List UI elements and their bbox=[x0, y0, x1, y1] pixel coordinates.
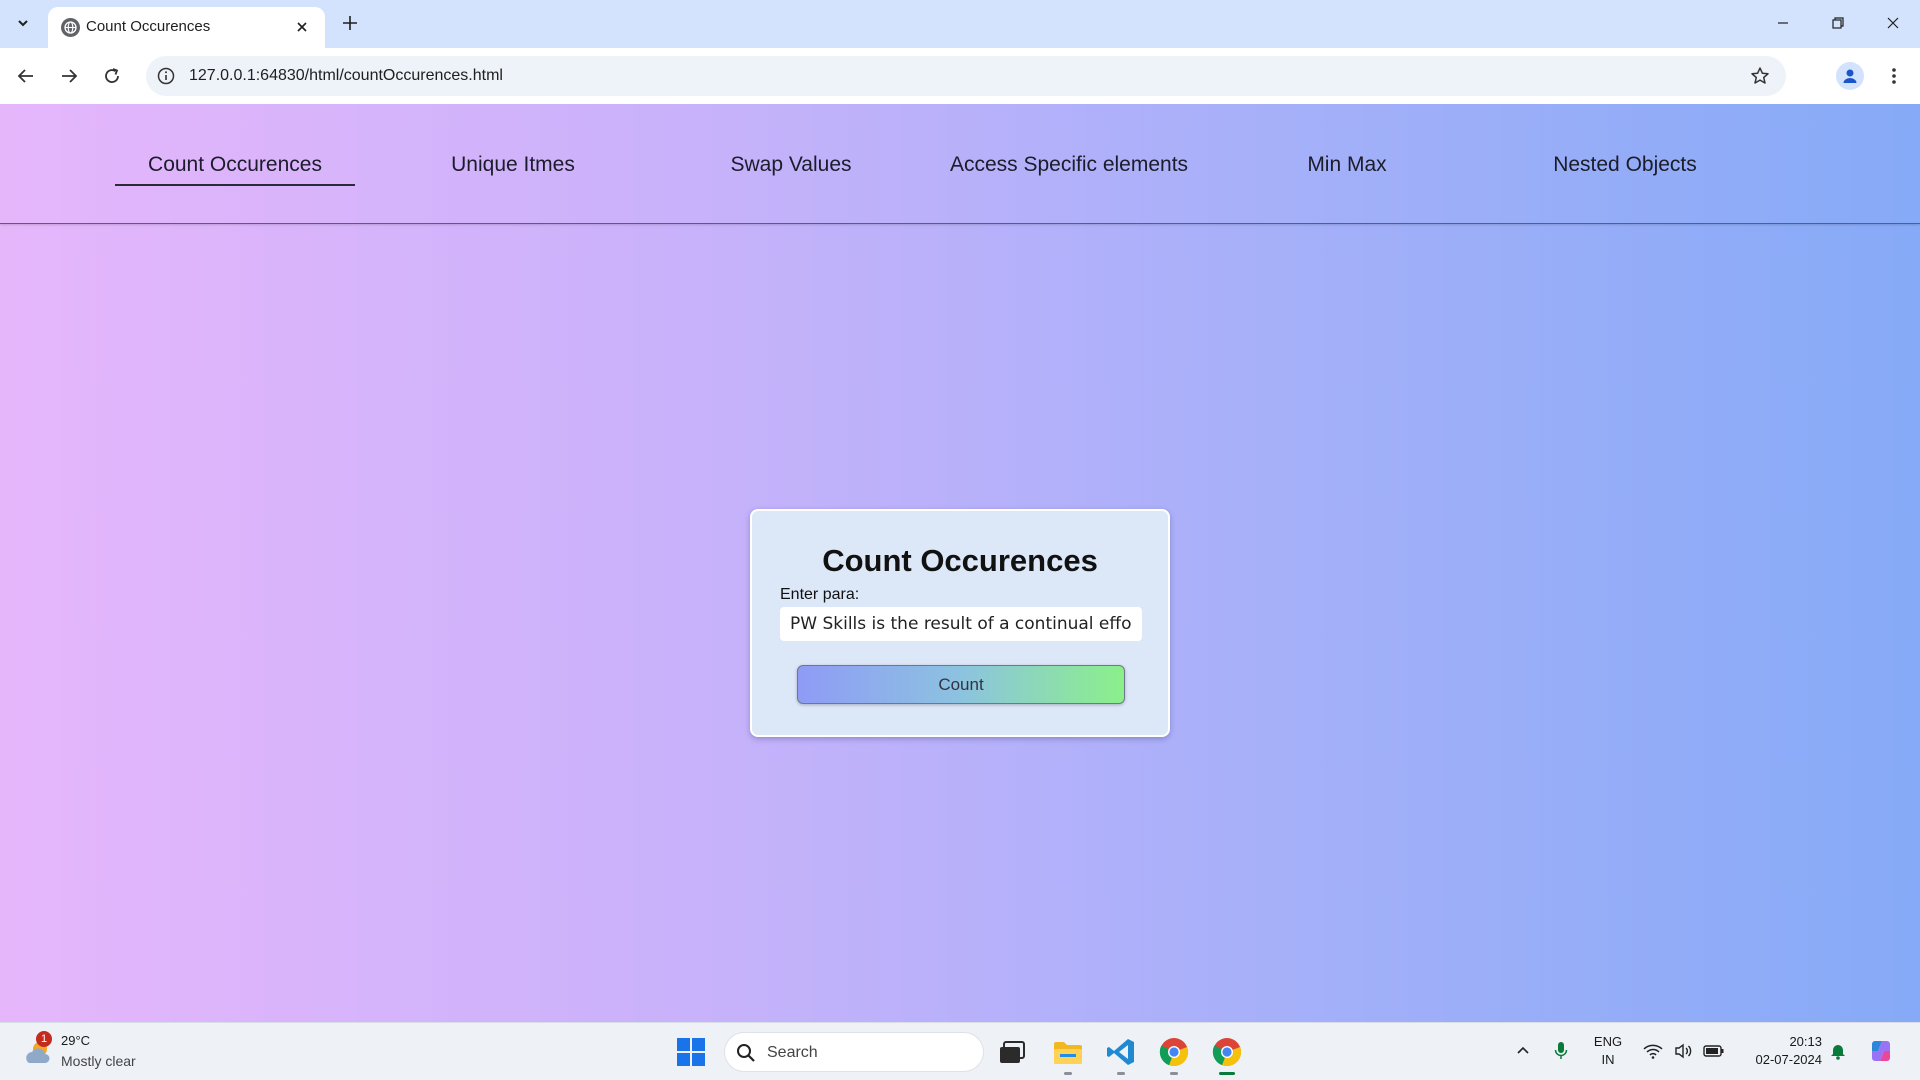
tab-title: Count Occurences bbox=[86, 18, 211, 35]
chrome-icon[interactable] bbox=[1155, 1033, 1193, 1075]
file-explorer-icon[interactable] bbox=[1049, 1033, 1087, 1075]
browser-toolbar: 127.0.0.1:64830/html/countOccurences.htm… bbox=[0, 48, 1920, 104]
running-indicator bbox=[1117, 1072, 1125, 1075]
close-window-icon[interactable] bbox=[1873, 8, 1913, 38]
minimize-icon[interactable] bbox=[1763, 8, 1803, 38]
language-indicator[interactable]: ENG IN bbox=[1590, 1033, 1626, 1069]
battery-icon[interactable] bbox=[1701, 1038, 1727, 1064]
card-title: Count Occurences bbox=[822, 543, 1098, 578]
globe-icon bbox=[61, 18, 80, 37]
new-tab-plus-icon[interactable] bbox=[337, 10, 363, 36]
task-view-icon[interactable] bbox=[993, 1033, 1031, 1071]
tray-chevron-up-icon[interactable] bbox=[1510, 1038, 1536, 1064]
forward-arrow-icon[interactable] bbox=[53, 60, 85, 92]
weather-condition[interactable]: Mostly clear bbox=[61, 1053, 136, 1069]
top-navigation: Count Occurences Unique Itmes Swap Value… bbox=[0, 104, 1920, 224]
taskbar-search-placeholder: Search bbox=[767, 1044, 818, 1061]
bookmark-star-icon[interactable] bbox=[1748, 64, 1772, 88]
address-bar[interactable]: 127.0.0.1:64830/html/countOccurences.htm… bbox=[146, 56, 1786, 96]
vscode-icon[interactable] bbox=[1102, 1033, 1140, 1075]
count-button[interactable]: Count bbox=[797, 665, 1125, 704]
count-occurences-card: Count Occurences Enter para: Count bbox=[750, 509, 1170, 737]
browser-tab-active[interactable]: Count Occurences bbox=[48, 7, 325, 48]
microphone-icon[interactable] bbox=[1548, 1038, 1574, 1064]
browser-tabstrip: Count Occurences bbox=[0, 0, 1920, 48]
nav-access-specific-elements[interactable]: Access Specific elements bbox=[949, 104, 1189, 224]
nav-nested-objects[interactable]: Nested Objects bbox=[1505, 104, 1745, 224]
system-clock[interactable]: 20:13 02-07-2024 bbox=[1740, 1033, 1823, 1069]
language-region: IN bbox=[1601, 1052, 1615, 1067]
chrome-active-icon[interactable] bbox=[1208, 1033, 1246, 1075]
reload-icon[interactable] bbox=[96, 60, 128, 92]
weather-temperature[interactable]: 29°C bbox=[61, 1033, 90, 1048]
url-text[interactable]: 127.0.0.1:64830/html/countOccurences.htm… bbox=[189, 67, 503, 85]
restore-icon[interactable] bbox=[1818, 8, 1858, 38]
nav-count-occurences[interactable]: Count Occurences bbox=[115, 104, 355, 224]
wifi-icon[interactable] bbox=[1640, 1038, 1666, 1064]
running-indicator bbox=[1064, 1072, 1072, 1075]
active-indicator bbox=[1219, 1072, 1235, 1075]
para-input[interactable] bbox=[780, 607, 1142, 641]
clock-date: 02-07-2024 bbox=[1755, 1052, 1823, 1067]
nav-unique-items[interactable]: Unique Itmes bbox=[393, 104, 633, 224]
back-arrow-icon[interactable] bbox=[10, 60, 42, 92]
windows-start-icon[interactable] bbox=[676, 1037, 706, 1067]
search-icon bbox=[735, 1042, 757, 1064]
weather-alert-badge: 1 bbox=[36, 1031, 52, 1047]
tab-search-chevron-icon[interactable] bbox=[8, 8, 38, 38]
notification-bell-icon[interactable] bbox=[1825, 1038, 1851, 1064]
taskbar: 1 29°C Mostly clear Search ENG IN 20:13 … bbox=[0, 1022, 1920, 1080]
copilot-icon[interactable] bbox=[1868, 1038, 1894, 1064]
language-code: ENG bbox=[1593, 1034, 1623, 1049]
clock-time: 20:13 bbox=[1789, 1034, 1822, 1049]
taskbar-search-box[interactable]: Search bbox=[724, 1032, 984, 1072]
running-indicator bbox=[1170, 1072, 1178, 1075]
nav-swap-values[interactable]: Swap Values bbox=[671, 104, 911, 224]
para-input-label: Enter para: bbox=[780, 586, 860, 603]
site-info-icon[interactable] bbox=[154, 64, 178, 88]
tab-close-icon[interactable] bbox=[291, 16, 313, 38]
browser-menu-icon[interactable] bbox=[1880, 62, 1908, 90]
nav-min-max[interactable]: Min Max bbox=[1227, 104, 1467, 224]
profile-avatar-icon[interactable] bbox=[1836, 62, 1864, 90]
page-viewport: Count Occurences Unique Itmes Swap Value… bbox=[0, 104, 1920, 1022]
volume-icon[interactable] bbox=[1671, 1038, 1697, 1064]
